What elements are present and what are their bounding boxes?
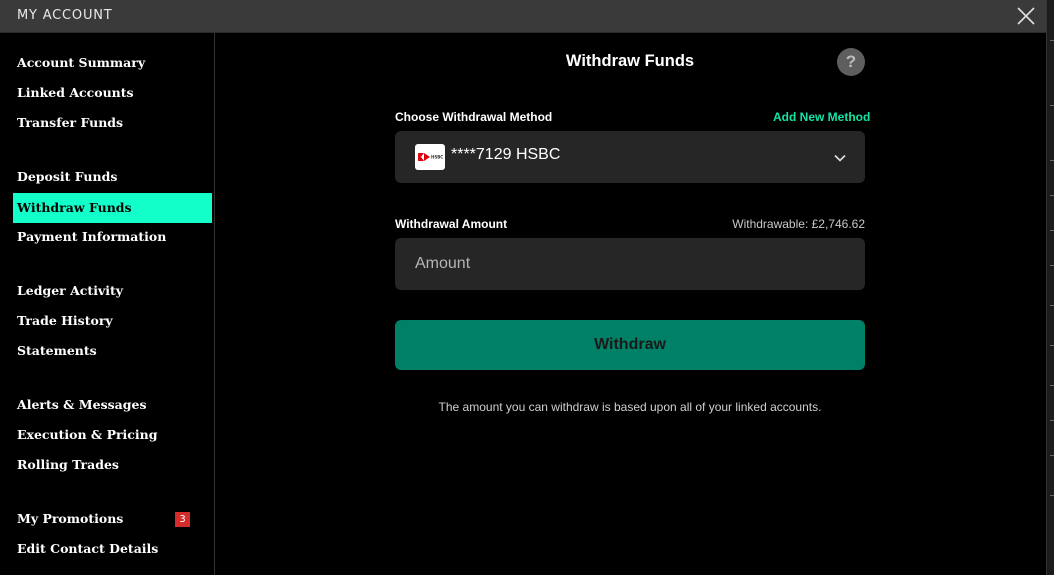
withdraw-info-note: The amount you can withdraw is based upo…: [438, 400, 822, 414]
sidebar-item-label: Statements: [17, 343, 97, 358]
selected-method-text: ****7129 HSBC: [451, 146, 561, 163]
sidebar-item-statements[interactable]: Statements: [13, 336, 212, 366]
sidebar-item-withdraw-funds[interactable]: Withdraw Funds: [13, 193, 212, 223]
sidebar-item-ledger-activity[interactable]: Ledger Activity: [13, 276, 212, 306]
window-edge-strip: [1046, 0, 1054, 575]
svg-text:HSBC: HSBC: [431, 155, 443, 160]
window-title: MY ACCOUNT: [17, 8, 113, 23]
withdraw-button[interactable]: Withdraw: [395, 320, 865, 370]
sidebar-item-label: My Promotions: [17, 511, 124, 526]
chevron-down-icon: [833, 150, 847, 164]
withdrawal-method-label: Choose Withdrawal Method: [395, 110, 553, 124]
sidebar-item-transfer-funds[interactable]: Transfer Funds: [13, 108, 212, 138]
sidebar-item-deposit-funds[interactable]: Deposit Funds: [13, 162, 212, 192]
help-icon[interactable]: ?: [837, 48, 865, 76]
sidebar-item-payment-information[interactable]: Payment Information: [13, 222, 212, 252]
sidebar-item-label: Deposit Funds: [17, 169, 118, 184]
sidebar-item-label: Linked Accounts: [17, 85, 134, 100]
withdrawal-amount-label: Withdrawal Amount: [395, 217, 508, 231]
sidebar: Account Summary Linked Accounts Transfer…: [0, 33, 215, 575]
sidebar-item-label: Execution & Pricing: [17, 427, 158, 442]
sidebar-item-edit-contact-details[interactable]: Edit Contact Details: [13, 534, 212, 564]
sidebar-item-label: Rolling Trades: [17, 457, 119, 472]
amount-input[interactable]: [395, 238, 865, 290]
title-bar: MY ACCOUNT: [0, 0, 1046, 33]
sidebar-item-trade-history[interactable]: Trade History: [13, 306, 212, 336]
sidebar-item-label: Ledger Activity: [17, 283, 123, 298]
page-title: Withdraw Funds: [565, 52, 695, 70]
sidebar-item-rolling-trades[interactable]: Rolling Trades: [13, 450, 212, 480]
sidebar-item-label: Trade History: [17, 313, 113, 328]
close-icon[interactable]: [1015, 5, 1037, 27]
sidebar-item-linked-accounts[interactable]: Linked Accounts: [13, 78, 212, 108]
sidebar-item-alerts-messages[interactable]: Alerts & Messages: [13, 390, 212, 420]
sidebar-item-label: Withdraw Funds: [17, 200, 132, 215]
promotions-count-badge: 3: [175, 512, 190, 527]
withdraw-funds-panel: Withdraw Funds ? Choose Withdrawal Metho…: [216, 33, 1046, 575]
withdrawable-balance: Withdrawable: £2,746.62: [732, 217, 865, 231]
sidebar-item-account-summary[interactable]: Account Summary: [13, 48, 212, 78]
sidebar-item-execution-pricing[interactable]: Execution & Pricing: [13, 420, 212, 450]
sidebar-item-label: Alerts & Messages: [17, 397, 147, 412]
withdrawal-method-select[interactable]: HSBC ****7129 HSBC: [395, 131, 865, 183]
sidebar-item-label: Edit Contact Details: [17, 541, 159, 556]
hsbc-logo-icon: HSBC: [415, 144, 445, 170]
sidebar-item-label: Payment Information: [17, 229, 167, 244]
add-new-method-link[interactable]: Add New Method: [773, 110, 870, 124]
sidebar-item-label: Transfer Funds: [17, 115, 124, 130]
sidebar-item-label: Account Summary: [17, 55, 146, 70]
my-account-window: MY ACCOUNT Account Summary Linked Accoun…: [0, 0, 1054, 575]
sidebar-item-my-promotions[interactable]: My Promotions 3: [13, 504, 212, 534]
